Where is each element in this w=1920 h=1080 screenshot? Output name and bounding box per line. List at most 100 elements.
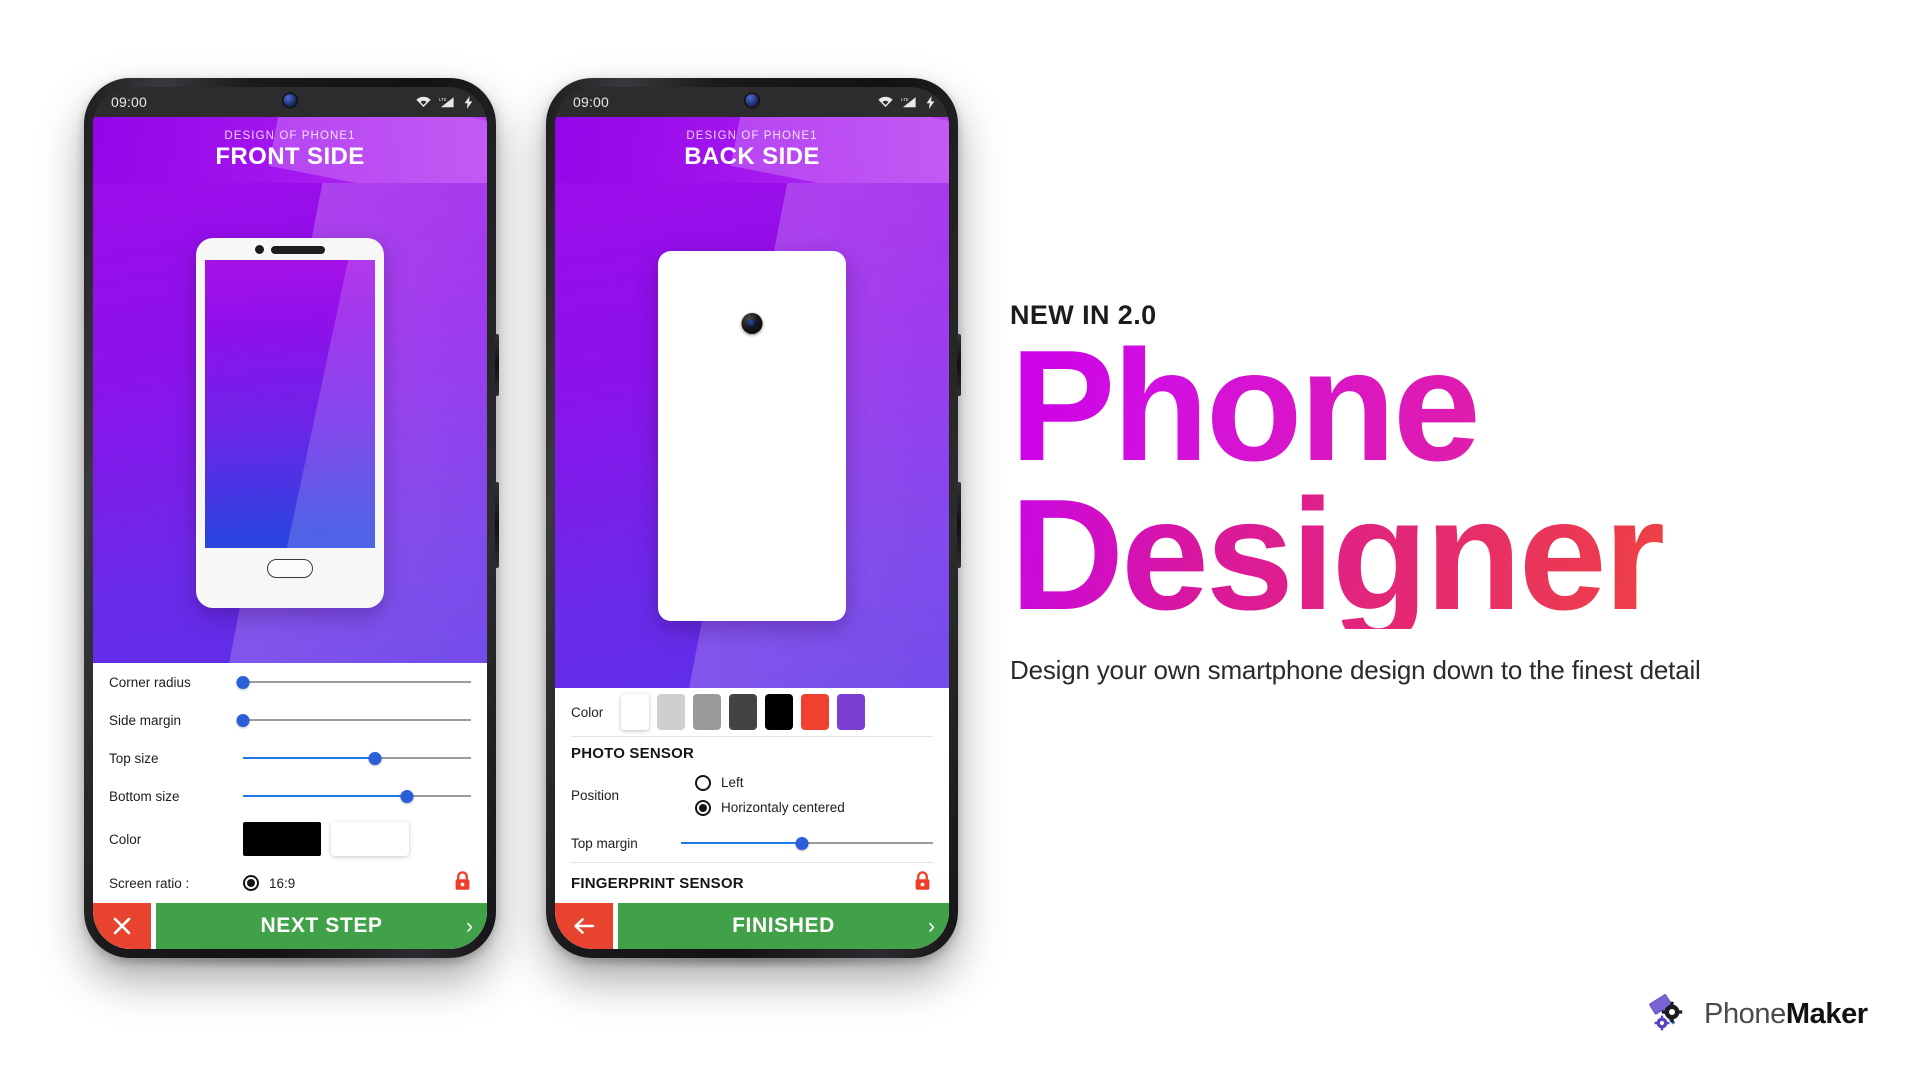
volume-button[interactable] (957, 482, 961, 568)
color-swatch-list[interactable] (621, 694, 866, 730)
chevron-right-icon: › (466, 914, 473, 938)
side-margin-slider[interactable] (236, 711, 471, 729)
front-controls-panel: Corner radius Side margin Top size Botto… (93, 663, 487, 949)
header-title: FRONT SIDE (215, 142, 365, 170)
mock-screen (205, 260, 375, 548)
next-step-label: NEXT STEP (260, 914, 383, 937)
position-radio-left[interactable] (695, 774, 711, 791)
color-swatch-purple[interactable] (837, 694, 866, 730)
color-swatch-alternate[interactable] (331, 822, 409, 856)
phone-maker-wordmark: PhoneMaker (1704, 998, 1868, 1031)
phone-maker-logo-icon (1648, 990, 1692, 1039)
section-title-fingerprint-sensor: FINGERPRINT SENSOR (571, 874, 744, 892)
next-step-button[interactable]: NEXT STEP › (156, 903, 487, 949)
promo-word-designer: Designer (1010, 476, 1890, 634)
finished-label: FINISHED (732, 914, 835, 937)
position-radio-centered[interactable] (695, 799, 711, 816)
header-title: BACK SIDE (684, 142, 820, 170)
control-side-margin[interactable]: Side margin (93, 701, 487, 739)
app-header: DESIGN OF PHONE1 FRONT SIDE (93, 117, 487, 183)
position-option-left[interactable]: Left (695, 774, 845, 791)
power-button[interactable] (495, 334, 499, 396)
control-label: Color (109, 831, 142, 847)
bottom-size-slider[interactable] (243, 787, 471, 805)
header-subtitle: DESIGN OF PHONE1 (224, 129, 356, 142)
battery-charging-icon (926, 95, 935, 109)
lock-icon[interactable] (914, 870, 931, 896)
promo-tagline: Design your own smartphone design down t… (1010, 654, 1701, 685)
control-label: Color (571, 704, 604, 720)
control-label: Screen ratio : (109, 875, 190, 891)
color-swatch-white[interactable] (621, 694, 650, 730)
power-button[interactable] (957, 334, 961, 396)
color-swatch-selected[interactable] (243, 822, 321, 856)
status-bar-clock: 09:00 (111, 94, 148, 110)
back-preview-canvas[interactable] (555, 183, 949, 688)
position-option-centered[interactable]: Horizontaly centered (695, 799, 845, 816)
color-swatch-black[interactable] (765, 694, 794, 730)
device-back-side: 09:00 LTE DESIGN OF PHONE1 BACK SIDE Col… (546, 78, 961, 958)
back-action-bar: FINISHED › (555, 903, 949, 949)
position-label-left: Left (721, 775, 744, 790)
mock-home-button-icon (267, 559, 313, 578)
control-top-size[interactable]: Top size (93, 739, 487, 777)
control-color[interactable]: Color (93, 815, 487, 863)
promo-block: NEW IN 2.0 Phone Designer Design your ow… (1010, 300, 1890, 686)
color-swatch-dark-gray[interactable] (729, 694, 758, 730)
volume-button[interactable] (495, 482, 499, 568)
control-top-margin[interactable]: Top margin (555, 824, 949, 862)
finished-button[interactable]: FINISHED › (618, 903, 949, 949)
header-subtitle: DESIGN OF PHONE1 (686, 129, 818, 142)
status-bar: 09:00 LTE (93, 87, 487, 117)
svg-text:LTE: LTE (439, 97, 447, 102)
device-front-side: 09:00 LTE DESIGN OF PHONE1 FRONT SIDE Co… (84, 78, 499, 958)
front-camera-punch-hole (745, 94, 759, 107)
front-action-bar: NEXT STEP › (93, 903, 487, 949)
status-bar-clock: 09:00 (573, 94, 610, 110)
screen-ratio-value: 16:9 (269, 875, 296, 891)
top-margin-slider[interactable] (681, 834, 933, 852)
back-controls-panel: Color PHOTO SENSOR Position Left Horizon… (555, 688, 949, 949)
color-swatch-red[interactable] (801, 694, 830, 730)
color-swatch-light-gray[interactable] (657, 694, 686, 730)
control-label: Position (571, 787, 620, 803)
corner-radius-slider[interactable] (236, 673, 471, 691)
lock-icon[interactable] (454, 870, 471, 896)
chevron-right-icon: › (928, 914, 935, 938)
control-bottom-size[interactable]: Bottom size (93, 777, 487, 815)
logo-text-phone: Phone (1704, 998, 1786, 1030)
color-swatch-gray[interactable] (693, 694, 722, 730)
logo-text-maker: Maker (1785, 998, 1868, 1030)
phone-front-mock (196, 238, 384, 608)
section-fingerprint-sensor[interactable]: FINGERPRINT SENSOR (555, 863, 949, 903)
wifi-icon (416, 96, 431, 108)
status-bar: 09:00 LTE (555, 87, 949, 117)
lte-signal-icon: LTE (901, 96, 918, 108)
control-label: Side margin (109, 712, 182, 728)
front-camera-punch-hole (283, 94, 297, 107)
top-size-slider[interactable] (243, 749, 471, 767)
lte-signal-icon: LTE (439, 96, 456, 108)
control-label: Top margin (571, 835, 638, 851)
phone-maker-logo: PhoneMaker (1648, 990, 1868, 1039)
control-label: Top size (109, 750, 159, 766)
section-title-photo-sensor: PHOTO SENSOR (571, 745, 694, 762)
rear-camera-icon (741, 312, 763, 334)
battery-charging-icon (464, 95, 473, 109)
screen-ratio-radio[interactable] (243, 875, 259, 891)
control-photo-sensor-position[interactable]: Position Left Horizontaly centered (555, 766, 949, 824)
back-button[interactable] (555, 903, 613, 949)
control-screen-ratio[interactable]: Screen ratio : 16:9 (93, 863, 487, 903)
app-header: DESIGN OF PHONE1 BACK SIDE (555, 117, 949, 183)
control-label: Corner radius (109, 674, 191, 690)
svg-text:LTE: LTE (901, 97, 909, 102)
phone-back-mock (658, 250, 846, 621)
mock-earpiece-icon (271, 245, 325, 254)
front-preview-canvas[interactable] (93, 183, 487, 663)
position-label-centered: Horizontaly centered (721, 800, 845, 815)
cancel-button[interactable] (93, 903, 151, 949)
wifi-icon (878, 96, 893, 108)
control-color-row[interactable]: Color (555, 688, 949, 736)
control-corner-radius[interactable]: Corner radius (93, 663, 487, 701)
poster-canvas: 09:00 LTE DESIGN OF PHONE1 FRONT SIDE Co… (0, 0, 1920, 1080)
